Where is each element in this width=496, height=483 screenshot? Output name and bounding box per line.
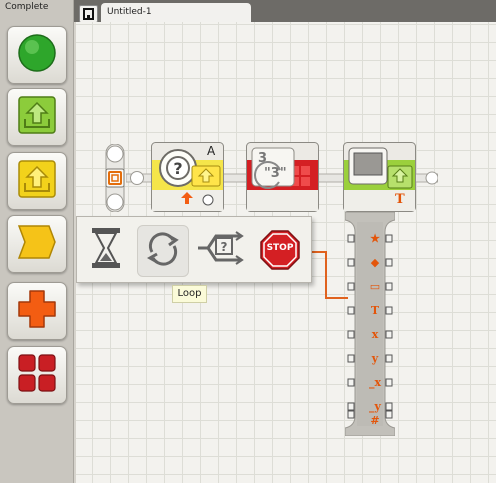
hub-plug-action[interactable]: ★ [345, 230, 405, 248]
loop-tooltip: Loop [172, 285, 207, 303]
red-grid-icon [15, 351, 59, 399]
svg-text:?: ? [173, 159, 182, 178]
display-data-hub[interactable]: ★ ◆ ▭ T x y _x _y # [345, 212, 395, 436]
palette-flow-button[interactable] [7, 215, 67, 273]
document-tab[interactable]: Untitled-1 [101, 3, 251, 22]
palette-move-button[interactable] [7, 26, 67, 84]
port-label: A [207, 144, 216, 158]
hub-plug-number[interactable]: # [345, 414, 405, 430]
palette-sensor-button[interactable] [7, 152, 67, 210]
flow-parallelogram-icon [15, 220, 59, 268]
wait-button[interactable] [81, 225, 131, 275]
display-block[interactable]: T [343, 142, 416, 212]
hub-plug-end-x[interactable]: _x [345, 374, 405, 392]
hourglass-icon [89, 226, 123, 274]
palette-action-button[interactable] [7, 88, 67, 146]
green-circle-icon [15, 31, 59, 79]
stop-label: STOP [266, 243, 294, 253]
orange-cross-icon [15, 287, 59, 335]
switch-icon: ? [196, 228, 244, 272]
display-type-label: T [395, 192, 405, 207]
flow-palette-flyout: ? STOP [76, 216, 312, 283]
loop-icon [144, 230, 182, 272]
hub-plug-file[interactable]: ▭ [345, 278, 405, 296]
hub-plug-y[interactable]: y [345, 350, 405, 368]
text-label: "3" [264, 166, 287, 181]
data-wire[interactable] [310, 250, 350, 306]
switch-button[interactable]: ? [195, 225, 245, 275]
hub-plug-text[interactable]: T [345, 302, 405, 320]
number-label: 3 [258, 151, 268, 166]
upload-arrow-icon [15, 93, 59, 141]
home-tab[interactable] [79, 5, 98, 23]
yellow-arrow-icon [15, 157, 59, 205]
hub-plug-clear[interactable]: ◆ [345, 254, 405, 272]
start-block[interactable] [104, 143, 126, 213]
svg-text:?: ? [221, 240, 228, 254]
stop-button[interactable]: STOP [255, 225, 305, 275]
stop-sign-icon: STOP [260, 230, 300, 270]
blocks-palette: Complete [0, 0, 74, 483]
palette-title: Complete [5, 2, 49, 12]
palette-advanced-button[interactable] [7, 346, 67, 404]
switch-block[interactable]: ? A [151, 142, 224, 212]
program-canvas[interactable]: ? A 3 "3" T ★ ◆ ▭ T x y _x _y # ? STOP L… [76, 22, 496, 483]
hub-plug-x[interactable]: x [345, 326, 405, 344]
tab-bar: Untitled-1 [74, 0, 496, 23]
number-to-text-block[interactable]: 3 "3" [246, 142, 319, 212]
loop-button[interactable] [137, 225, 189, 277]
palette-data-button[interactable] [7, 282, 67, 340]
